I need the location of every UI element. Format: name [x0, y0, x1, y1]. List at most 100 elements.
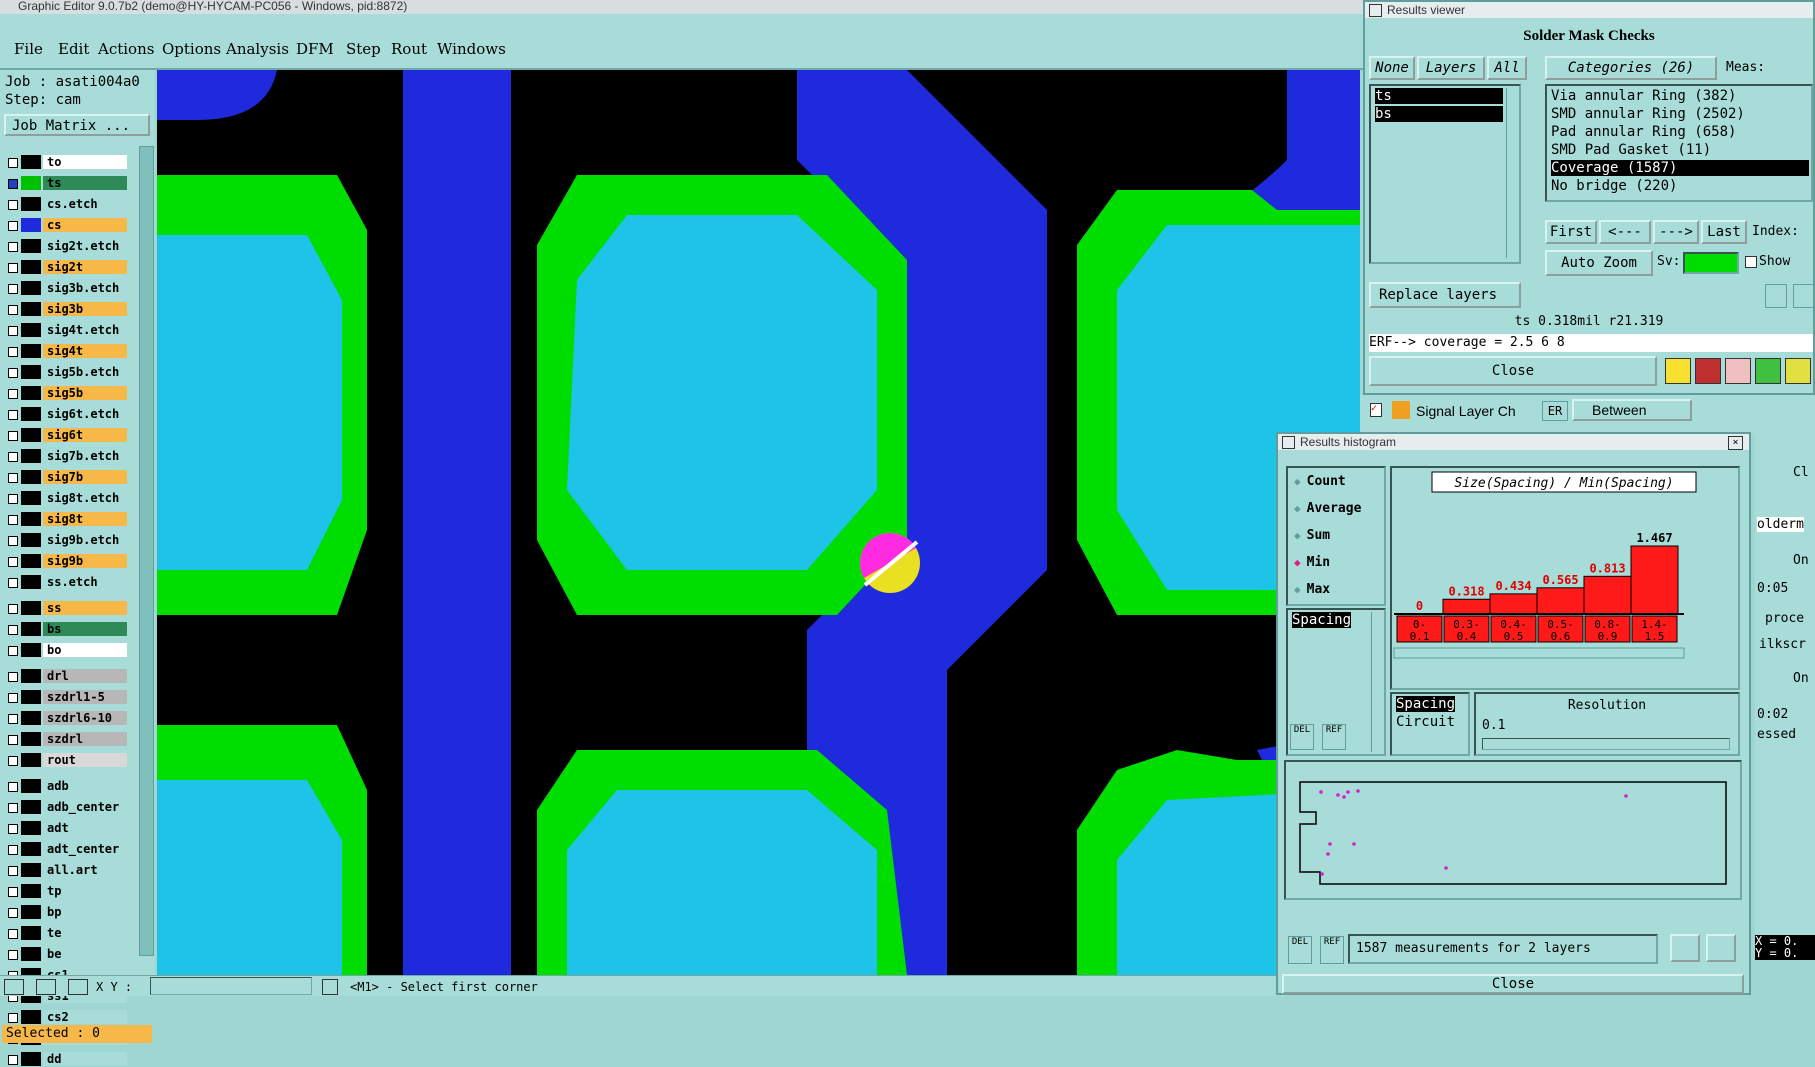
- layer-name[interactable]: sig3b.etch: [43, 281, 127, 295]
- layers-tab[interactable]: Layers: [1417, 56, 1485, 80]
- layer-color-swatch[interactable]: [21, 669, 41, 683]
- layer-name[interactable]: adt: [43, 821, 127, 835]
- layer-color-swatch[interactable]: [21, 905, 41, 919]
- layer-checkbox[interactable]: [8, 536, 18, 546]
- category-item[interactable]: SMD Pad Gasket (11): [1551, 142, 1809, 158]
- menu-windows[interactable]: Windows: [437, 40, 506, 58]
- layer-color-swatch[interactable]: [21, 1010, 41, 1024]
- layer-row[interactable]: sig8t: [5, 511, 127, 527]
- layer-item-bs[interactable]: bs: [1375, 106, 1503, 122]
- none-tab[interactable]: None: [1369, 56, 1415, 80]
- layer-row[interactable]: cs2: [5, 1009, 127, 1025]
- layer-row[interactable]: tp: [5, 883, 127, 899]
- layer-row[interactable]: cs: [5, 217, 127, 233]
- tool-icon[interactable]: [4, 979, 24, 995]
- layer-row[interactable]: sig9b.etch: [5, 532, 127, 548]
- layer-row[interactable]: sig3b.etch: [5, 280, 127, 296]
- graphic-canvas[interactable]: [157, 70, 1360, 975]
- menu-actions[interactable]: Actions: [98, 40, 154, 58]
- layer-checkbox[interactable]: [8, 646, 18, 656]
- layer-row[interactable]: sig8t.etch: [5, 490, 127, 506]
- layer-name[interactable]: bs: [43, 622, 127, 636]
- layer-checkbox[interactable]: [8, 908, 18, 918]
- layer-name[interactable]: ss.etch: [43, 575, 127, 589]
- layer-name[interactable]: dd: [43, 1052, 127, 1066]
- layer-name[interactable]: sig7b.etch: [43, 449, 127, 463]
- pause-icon[interactable]: [322, 979, 338, 995]
- categories-header[interactable]: Categories (26): [1545, 56, 1717, 80]
- list-item[interactable]: Spacing: [1292, 612, 1352, 628]
- layer-name[interactable]: sig4t: [43, 344, 127, 358]
- layer-checkbox[interactable]: [8, 431, 18, 441]
- layer-row[interactable]: sig5b.etch: [5, 364, 127, 380]
- layer-name[interactable]: to: [43, 155, 127, 169]
- menu-file[interactable]: File: [14, 40, 43, 58]
- category-item[interactable]: SMD annular Ring (2502): [1551, 106, 1809, 122]
- layer-color-swatch[interactable]: [21, 821, 41, 835]
- bottom-list-spacing[interactable]: Spacing: [1396, 696, 1456, 712]
- layer-color-swatch[interactable]: [21, 779, 41, 793]
- layer-name[interactable]: cs.etch: [43, 197, 127, 211]
- layer-checkbox[interactable]: [8, 284, 18, 294]
- layer-row[interactable]: sig9b: [5, 553, 127, 569]
- layer-color-swatch[interactable]: [21, 575, 41, 589]
- layer-checkbox[interactable]: [8, 368, 18, 378]
- job-matrix-button[interactable]: Job Matrix ...: [4, 114, 150, 136]
- layer-row[interactable]: be: [5, 946, 127, 962]
- category-item[interactable]: Pad annular Ring (658): [1551, 124, 1809, 140]
- layer-checkbox[interactable]: [8, 494, 18, 504]
- layer-checkbox[interactable]: [8, 950, 18, 960]
- layer-color-swatch[interactable]: [21, 690, 41, 704]
- layer-checkbox[interactable]: [8, 389, 18, 399]
- layer-row[interactable]: te: [5, 925, 127, 941]
- layer-item-ts[interactable]: ts: [1375, 88, 1503, 104]
- layer-color-swatch[interactable]: [21, 601, 41, 615]
- layer-checkbox[interactable]: [8, 625, 18, 635]
- category-item[interactable]: Via annular Ring (382): [1551, 88, 1809, 104]
- layer-name[interactable]: ts: [43, 176, 127, 190]
- menu-dfm[interactable]: DFM: [296, 40, 334, 58]
- layer-color-swatch[interactable]: [21, 470, 41, 484]
- layer-color-swatch[interactable]: [21, 947, 41, 961]
- resolution-slider[interactable]: [1482, 738, 1730, 750]
- layer-checkbox[interactable]: [8, 929, 18, 939]
- layer-name[interactable]: sig3b: [43, 302, 127, 316]
- close-icon[interactable]: [1369, 4, 1382, 17]
- layer-row[interactable]: sig2t.etch: [5, 238, 127, 254]
- layer-name[interactable]: sig2t.etch: [43, 239, 127, 253]
- layer-row[interactable]: sig2t: [5, 259, 127, 275]
- layer-name[interactable]: sig9b.etch: [43, 533, 127, 547]
- layer-name[interactable]: adt_center: [43, 842, 127, 856]
- layer-checkbox[interactable]: [8, 1055, 18, 1065]
- auto-zoom-dropdown[interactable]: Auto Zoom: [1545, 250, 1653, 276]
- layer-row[interactable]: sig6t.etch: [5, 406, 127, 422]
- layer-color-swatch[interactable]: [21, 281, 41, 295]
- layer-color-swatch[interactable]: [21, 449, 41, 463]
- layer-color-swatch[interactable]: [21, 491, 41, 505]
- layer-checkbox[interactable]: [8, 326, 18, 336]
- ref-icon[interactable]: REF: [1320, 936, 1344, 964]
- layer-checkbox[interactable]: [8, 473, 18, 483]
- aggregate-option-min[interactable]: ◆ Min: [1294, 555, 1380, 573]
- menu-analysis[interactable]: Analysis: [226, 40, 289, 58]
- aggregate-option-max[interactable]: ◆ Max: [1294, 582, 1380, 600]
- replace-layers-dropdown[interactable]: Replace layers: [1369, 282, 1521, 308]
- aggregate-option-average[interactable]: ◆ Average: [1294, 501, 1380, 519]
- layer-name[interactable]: sig7b: [43, 470, 127, 484]
- layer-checkbox[interactable]: [8, 735, 18, 745]
- all-tab[interactable]: All: [1487, 56, 1527, 80]
- layer-row[interactable]: dd: [5, 1051, 127, 1067]
- layer-checkbox[interactable]: [8, 557, 18, 567]
- layer-checkbox[interactable]: [8, 410, 18, 420]
- record-icon[interactable]: [1695, 358, 1721, 384]
- layer-name[interactable]: rout: [43, 753, 127, 767]
- chart-icon[interactable]: [1670, 934, 1700, 962]
- next-button[interactable]: --->: [1653, 220, 1699, 244]
- layer-color-swatch[interactable]: [21, 732, 41, 746]
- layer-color-swatch[interactable]: [21, 197, 41, 211]
- layer-row[interactable]: bs: [5, 621, 127, 637]
- layer-color-swatch[interactable]: [21, 622, 41, 636]
- layer-row[interactable]: ss: [5, 600, 127, 616]
- layer-color-swatch[interactable]: [21, 711, 41, 725]
- layer-row[interactable]: szdrl6-10: [5, 710, 127, 726]
